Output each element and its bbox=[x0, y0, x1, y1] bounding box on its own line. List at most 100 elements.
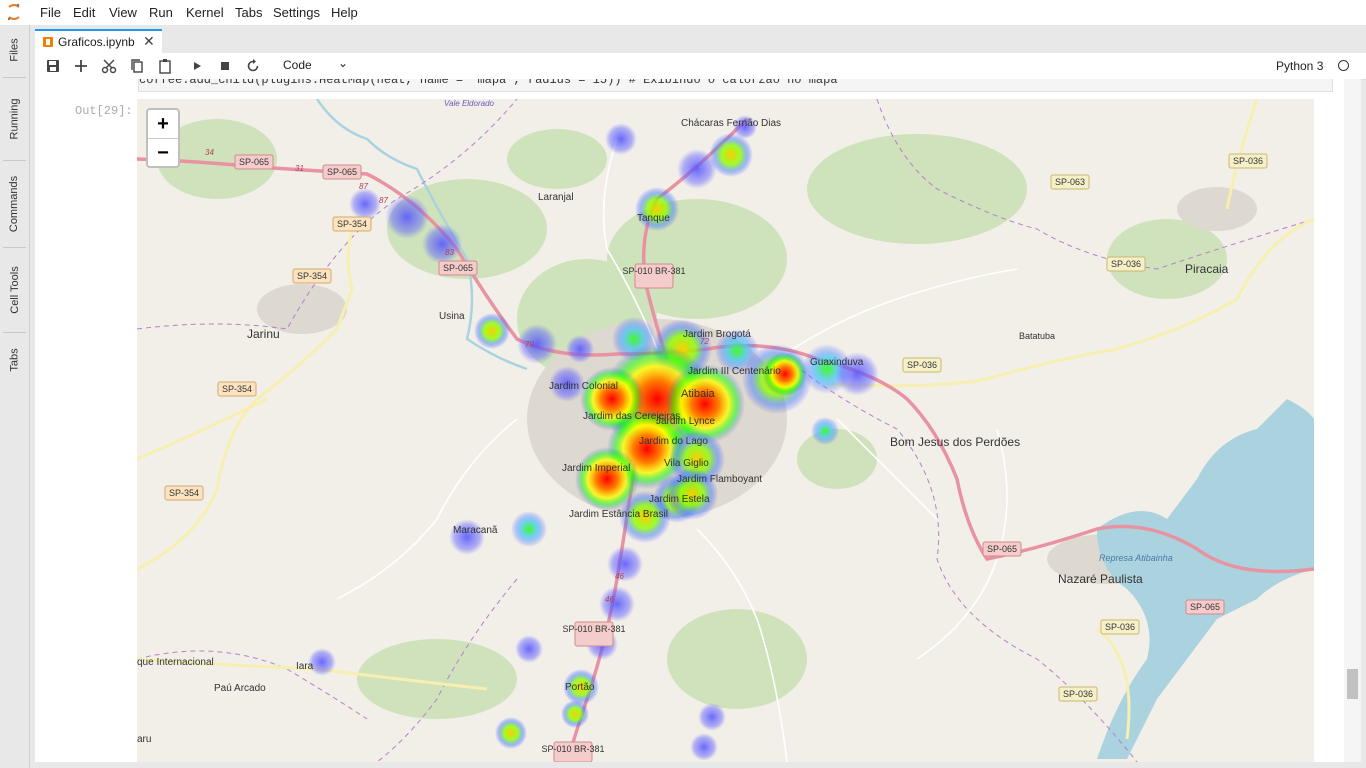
svg-text:Atibaia: Atibaia bbox=[681, 388, 716, 400]
notebook-toolbar: Code ⌄ Python 3 bbox=[35, 53, 1366, 80]
notebook-scrollbar[interactable] bbox=[1344, 79, 1361, 762]
road-shield-sp065: SP-065 bbox=[438, 260, 478, 276]
map-canvas[interactable]: SP-065 SP-065 SP-065 SP-065 SP-065 SP-35… bbox=[137, 99, 1314, 762]
cut-icon[interactable] bbox=[101, 58, 117, 74]
sidebar-tab-running[interactable]: Running bbox=[0, 80, 29, 158]
road-shield-sp065: SP-065 bbox=[982, 541, 1022, 557]
notebook-tab[interactable]: Graficos.ipynb ✕ bbox=[35, 29, 162, 53]
code-cell-input[interactable]: coffee.add_child(plugins.HeatMap(heat, n… bbox=[138, 79, 1333, 92]
svg-text:SP-010 BR-381: SP-010 BR-381 bbox=[562, 624, 625, 634]
svg-text:31: 31 bbox=[295, 164, 304, 173]
svg-text:SP-063: SP-063 bbox=[1055, 177, 1085, 187]
svg-text:Tanque: Tanque bbox=[637, 213, 670, 224]
road-shield-sp036: SP-036 bbox=[1106, 256, 1146, 272]
road-shield-sp354: SP-354 bbox=[332, 216, 372, 232]
menu-tabs[interactable]: Tabs bbox=[235, 5, 262, 20]
svg-text:SP-036: SP-036 bbox=[907, 360, 937, 370]
svg-text:46: 46 bbox=[605, 595, 614, 604]
menu-settings[interactable]: Settings bbox=[273, 5, 320, 20]
sidebar-tab-label: Cell Tools bbox=[8, 266, 21, 314]
svg-text:SP-065: SP-065 bbox=[1190, 602, 1220, 612]
svg-text:aru: aru bbox=[137, 734, 151, 745]
add-cell-icon[interactable] bbox=[73, 58, 89, 74]
svg-text:Jardim Lynce: Jardim Lynce bbox=[656, 416, 716, 427]
svg-text:Usina: Usina bbox=[439, 311, 465, 322]
svg-text:Represa Atibainha: Represa Atibainha bbox=[1099, 553, 1173, 563]
menu-run[interactable]: Run bbox=[149, 5, 173, 20]
svg-text:SP-354: SP-354 bbox=[169, 488, 199, 498]
svg-text:46: 46 bbox=[615, 572, 624, 581]
road-shield-sp065: SP-065 bbox=[234, 154, 274, 170]
restart-icon[interactable] bbox=[245, 58, 261, 74]
svg-text:Jardim Estela: Jardim Estela bbox=[649, 494, 710, 505]
sidebar-tab-label: Running bbox=[8, 98, 21, 140]
svg-text:SP-036: SP-036 bbox=[1111, 259, 1141, 269]
sidebar-tab-files[interactable]: Files bbox=[0, 25, 29, 75]
menu-edit[interactable]: Edit bbox=[73, 5, 95, 20]
sidebar-tab-tabs[interactable]: Tabs bbox=[0, 335, 29, 385]
chevron-down-icon[interactable]: ⌄ bbox=[338, 56, 348, 70]
menu-file[interactable]: File bbox=[40, 5, 61, 20]
svg-text:Bom Jesus dos Perdões: Bom Jesus dos Perdões bbox=[890, 435, 1020, 449]
sidebar-tab-label: Files bbox=[8, 38, 21, 62]
sidebar-tab-label: Commands bbox=[8, 175, 21, 233]
svg-text:Portão: Portão bbox=[565, 682, 595, 693]
svg-text:que Internacional: que Internacional bbox=[137, 657, 214, 668]
menu-view[interactable]: View bbox=[109, 5, 137, 20]
save-icon[interactable] bbox=[45, 58, 61, 74]
svg-text:SP-354: SP-354 bbox=[337, 219, 367, 229]
svg-text:SP-065: SP-065 bbox=[443, 263, 473, 273]
svg-text:SP-010 BR-381: SP-010 BR-381 bbox=[622, 266, 685, 276]
svg-text:Batatuba: Batatuba bbox=[1019, 331, 1055, 341]
menu-kernel[interactable]: Kernel bbox=[186, 5, 224, 20]
kernel-status-icon bbox=[1338, 60, 1349, 71]
menu-bar: File Edit View Run Kernel Tabs Settings … bbox=[0, 0, 1366, 25]
svg-text:Nazaré Paulista: Nazaré Paulista bbox=[1058, 572, 1143, 586]
sidebar-tab-commands[interactable]: Commands bbox=[0, 163, 29, 245]
output-prompt: Out[29]: bbox=[75, 104, 133, 118]
svg-text:Vale Eldorado: Vale Eldorado bbox=[444, 99, 495, 108]
svg-text:SP-036: SP-036 bbox=[1063, 689, 1093, 699]
kernel-name[interactable]: Python 3 bbox=[1276, 59, 1323, 73]
svg-text:Maracanã: Maracanã bbox=[453, 525, 498, 536]
notebook-icon bbox=[43, 37, 53, 47]
paste-icon[interactable] bbox=[157, 58, 173, 74]
cell-type-select[interactable]: Code bbox=[283, 58, 312, 72]
svg-text:SP-065: SP-065 bbox=[987, 544, 1017, 554]
svg-text:SP-065: SP-065 bbox=[327, 167, 357, 177]
road-shield-sp010: SP-010 BR-381 bbox=[541, 741, 605, 762]
svg-text:SP-036: SP-036 bbox=[1233, 156, 1263, 166]
notebook-tab-title: Graficos.ipynb bbox=[58, 35, 135, 49]
zoom-out-button[interactable]: − bbox=[148, 139, 178, 167]
sidebar-divider bbox=[3, 247, 26, 248]
notebook-panel: coffee.add_child(plugins.HeatMap(heat, n… bbox=[35, 79, 1344, 762]
road-shield-sp036: SP-036 bbox=[1228, 153, 1268, 169]
stop-icon[interactable] bbox=[217, 58, 233, 74]
scrollbar-thumb[interactable] bbox=[1347, 669, 1358, 699]
sidebar-tab-cell-tools[interactable]: Cell Tools bbox=[0, 250, 29, 330]
svg-text:Piracaia: Piracaia bbox=[1185, 262, 1229, 276]
svg-text:Jarinu: Jarinu bbox=[247, 327, 280, 341]
road-shield-sp354: SP-354 bbox=[217, 381, 257, 397]
road-shield-sp065: SP-065 bbox=[322, 164, 362, 180]
svg-text:SP-354: SP-354 bbox=[297, 271, 327, 281]
svg-text:34: 34 bbox=[205, 148, 214, 157]
close-icon[interactable]: ✕ bbox=[143, 33, 155, 50]
run-icon[interactable] bbox=[189, 58, 205, 74]
svg-text:SP-065: SP-065 bbox=[239, 157, 269, 167]
folium-map[interactable]: SP-065 SP-065 SP-065 SP-065 SP-065 SP-35… bbox=[137, 99, 1314, 762]
svg-text:Jardim Brogotá: Jardim Brogotá bbox=[683, 329, 751, 340]
jupyter-logo-icon bbox=[7, 3, 20, 21]
svg-text:SP-036: SP-036 bbox=[1105, 622, 1135, 632]
road-shield-sp065: SP-065 bbox=[1185, 599, 1225, 615]
svg-text:83: 83 bbox=[445, 248, 454, 257]
svg-text:Vila Giglio: Vila Giglio bbox=[664, 458, 709, 469]
svg-text:Iara: Iara bbox=[296, 661, 314, 672]
document-tab-bar: Graficos.ipynb ✕ bbox=[35, 29, 1366, 53]
zoom-in-button[interactable]: + bbox=[148, 110, 178, 139]
svg-text:Jardim Flamboyant: Jardim Flamboyant bbox=[677, 474, 762, 485]
svg-text:Guaxinduva: Guaxinduva bbox=[810, 357, 864, 368]
menu-help[interactable]: Help bbox=[331, 5, 358, 20]
copy-icon[interactable] bbox=[129, 58, 145, 74]
road-shield-sp354: SP-354 bbox=[292, 268, 332, 284]
